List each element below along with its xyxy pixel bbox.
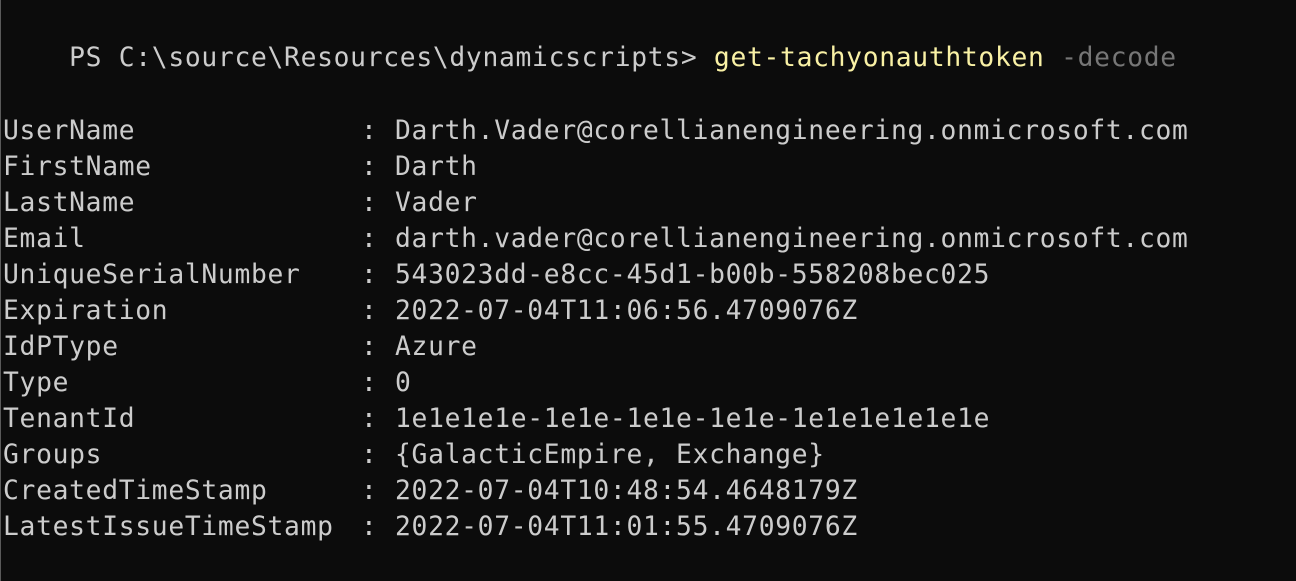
property-key: IdPType: [3, 332, 119, 362]
property-row: Type: 0: [3, 365, 412, 401]
property-row: FirstName: Darth: [3, 149, 478, 185]
property-separator: :: [361, 404, 395, 434]
property-row: TenantId: 1e1e1e1e-1e1e-1e1e-1e1e-1e1e1e…: [3, 401, 990, 437]
property-row: Expiration: 2022-07-04T11:06:56.4709076Z: [3, 293, 858, 329]
property-value: 543023dd-e8cc-45d1-b00b-558208bec025: [395, 260, 991, 290]
property-separator: :: [361, 260, 395, 290]
command-line: PS C:\source\Resources\dynamicscripts> g…: [3, 4, 1177, 73]
output-properties: UserName: Darth.Vader@corellianengineeri…: [3, 116, 1296, 542]
command-name: get-tachyonauthtoken: [713, 43, 1045, 73]
property-value: 1e1e1e1e-1e1e-1e1e-1e1e-1e1e1e1e1e1e: [395, 404, 991, 434]
property-row: Groups: {GalacticEmpire, Exchange}: [3, 437, 825, 473]
property-separator: :: [361, 440, 395, 470]
property-key: LastName: [3, 188, 136, 218]
property-value: 2022-07-04T11:06:56.4709076Z: [395, 296, 858, 326]
property-separator: :: [361, 296, 395, 326]
property-separator: :: [361, 116, 395, 146]
property-separator: :: [361, 224, 395, 254]
property-value: Azure: [395, 332, 478, 362]
property-separator: :: [361, 476, 395, 506]
prompt: PS C:\source\Resources\dynamicscripts>: [69, 43, 714, 73]
property-value: 2022-07-04T10:48:54.4648179Z: [395, 476, 858, 506]
property-value: Darth.Vader@corellianengineering.onmicro…: [395, 116, 1189, 146]
property-separator: :: [361, 152, 395, 182]
property-key: LatestIssueTimeStamp: [3, 512, 334, 542]
property-value: {GalacticEmpire, Exchange}: [395, 440, 825, 470]
property-row: LatestIssueTimeStamp: 2022-07-04T11:01:5…: [3, 509, 858, 545]
property-separator: :: [361, 332, 395, 362]
property-value: darth.vader@corellianengineering.onmicro…: [395, 224, 1189, 254]
powershell-terminal[interactable]: PS C:\source\Resources\dynamicscripts> g…: [0, 0, 1296, 581]
property-row: UniqueSerialNumber: 543023dd-e8cc-45d1-b…: [3, 257, 990, 293]
property-key: CreatedTimeStamp: [3, 476, 268, 506]
property-key: TenantId: [3, 404, 136, 434]
property-key: UniqueSerialNumber: [3, 260, 301, 290]
property-separator: :: [361, 512, 395, 542]
property-row: LastName: Vader: [3, 185, 478, 221]
property-value: 2022-07-04T11:01:55.4709076Z: [395, 512, 858, 542]
property-value: Darth: [395, 152, 478, 182]
property-row: UserName: Darth.Vader@corellianengineeri…: [3, 113, 1189, 149]
command-parameter: -decode: [1044, 43, 1177, 73]
property-value: Vader: [395, 188, 478, 218]
property-key: Expiration: [3, 296, 169, 326]
property-separator: :: [361, 188, 395, 218]
property-key: FirstName: [3, 152, 152, 182]
property-row: CreatedTimeStamp: 2022-07-04T10:48:54.46…: [3, 473, 858, 509]
property-key: Groups: [3, 440, 103, 470]
property-row: IdPType: Azure: [3, 329, 478, 365]
property-row: Email: darth.vader@corellianengineering.…: [3, 221, 1189, 257]
property-separator: :: [361, 368, 395, 398]
property-key: Email: [3, 224, 86, 254]
property-key: Type: [3, 368, 70, 398]
property-value: 0: [395, 368, 412, 398]
property-key: UserName: [3, 116, 136, 146]
